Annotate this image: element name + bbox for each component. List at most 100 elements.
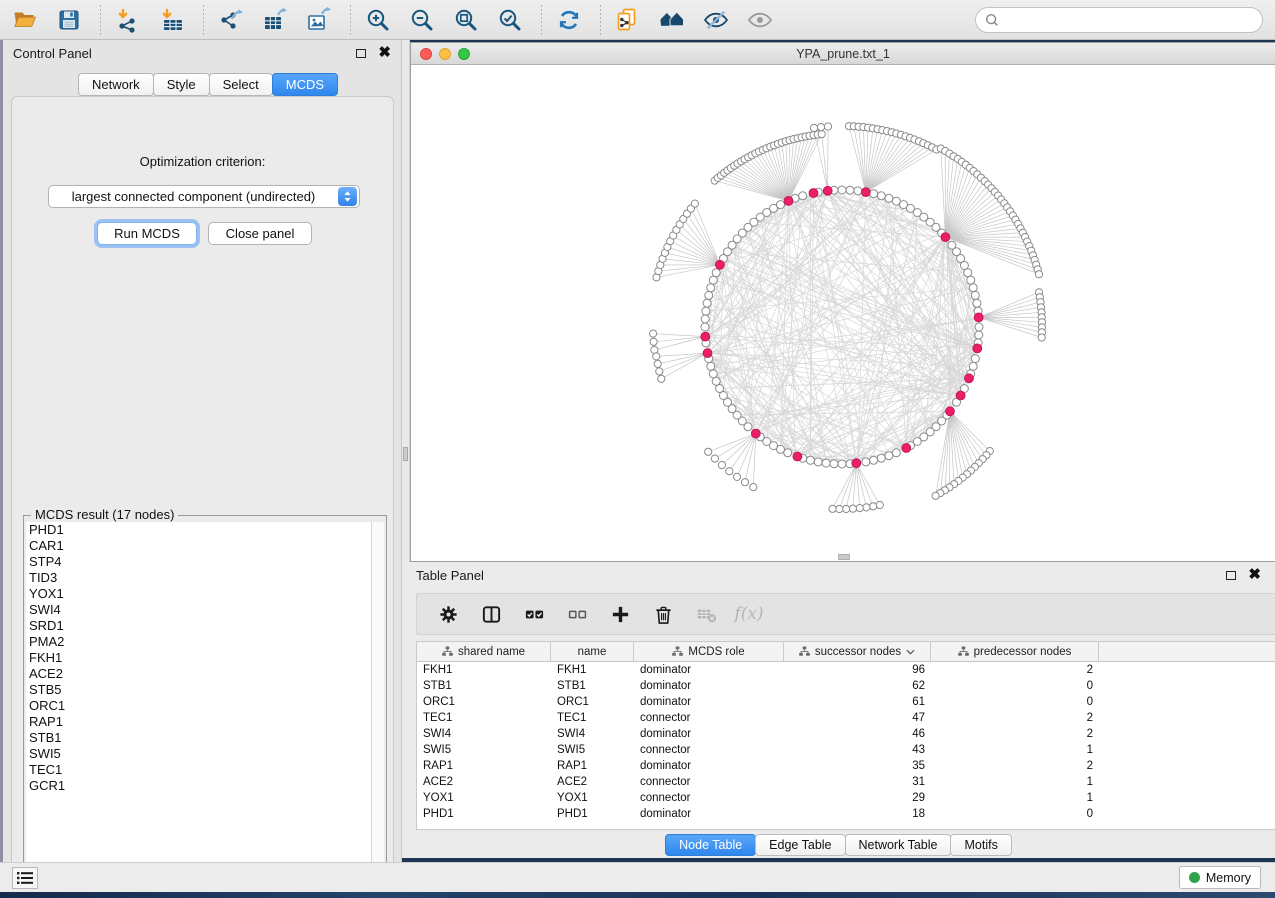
cell-predecessor-nodes[interactable]: 2	[931, 712, 1099, 724]
cell-name[interactable]: PHD1	[551, 808, 634, 820]
mcds-result-item[interactable]: GCR1	[26, 778, 371, 794]
mcds-result-item[interactable]: RAP1	[26, 714, 371, 730]
cell-name[interactable]: RAP1	[551, 760, 634, 772]
cell-mcds-role[interactable]: connector	[634, 712, 784, 724]
cell-mcds-role[interactable]: connector	[634, 744, 784, 756]
run-mcds-button[interactable]: Run MCDS	[97, 222, 197, 245]
cell-shared-name[interactable]: SWI4	[417, 728, 551, 740]
mcds-result-item[interactable]: STB5	[26, 682, 371, 698]
cell-mcds-role[interactable]: dominator	[634, 696, 784, 708]
column-header-shared-name[interactable]: shared name	[417, 642, 551, 661]
column-header-predecessor-nodes[interactable]: predecessor nodes	[931, 642, 1099, 661]
cell-successor-nodes[interactable]: 43	[784, 744, 931, 756]
cell-mcds-role[interactable]: connector	[634, 776, 784, 788]
tab-network[interactable]: Network	[78, 73, 154, 96]
cell-predecessor-nodes[interactable]: 0	[931, 696, 1099, 708]
cell-name[interactable]: SWI5	[551, 744, 634, 756]
cell-successor-nodes[interactable]: 96	[784, 664, 931, 676]
cell-successor-nodes[interactable]: 61	[784, 696, 931, 708]
mcds-result-item[interactable]: SWI4	[26, 602, 371, 618]
table-row[interactable]: TEC1TEC1connector472	[417, 710, 1275, 726]
share-document-icon[interactable]	[613, 5, 643, 35]
zoom-fit-icon[interactable]	[451, 5, 481, 35]
mcds-result-item[interactable]: ACE2	[26, 666, 371, 682]
cell-shared-name[interactable]: YOX1	[417, 792, 551, 804]
cell-successor-nodes[interactable]: 47	[784, 712, 931, 724]
column-header-successor-nodes[interactable]: successor nodes	[784, 642, 931, 661]
vertical-divider-thumb[interactable]	[403, 447, 408, 461]
cell-mcds-role[interactable]: dominator	[634, 808, 784, 820]
cell-shared-name[interactable]: ACE2	[417, 776, 551, 788]
cell-predecessor-nodes[interactable]: 1	[931, 744, 1099, 756]
search-box[interactable]	[975, 7, 1263, 33]
network-canvas[interactable]	[411, 65, 1274, 561]
mcds-result-item[interactable]: STB1	[26, 730, 371, 746]
close-table-panel-icon[interactable]: ✖	[1248, 570, 1261, 580]
table-row[interactable]: FKH1FKH1dominator962	[417, 662, 1275, 678]
mcds-result-item[interactable]: STP4	[26, 554, 371, 570]
home-icon[interactable]	[657, 5, 687, 35]
column-layout-icon[interactable]	[474, 599, 508, 629]
cell-predecessor-nodes[interactable]: 0	[931, 680, 1099, 692]
mcds-result-item[interactable]: TID3	[26, 570, 371, 586]
table-row[interactable]: STB1STB1dominator620	[417, 678, 1275, 694]
horizontal-divider-handle[interactable]	[838, 554, 850, 560]
table-row[interactable]: ORC1ORC1dominator610	[417, 694, 1275, 710]
cell-name[interactable]: SWI4	[551, 728, 634, 740]
cell-predecessor-nodes[interactable]: 2	[931, 728, 1099, 740]
tab-style[interactable]: Style	[153, 73, 210, 96]
cell-shared-name[interactable]: PHD1	[417, 808, 551, 820]
export-network-icon[interactable]	[216, 5, 246, 35]
tab-network-table[interactable]: Network Table	[845, 834, 952, 856]
cell-name[interactable]: TEC1	[551, 712, 634, 724]
deselect-all-icon[interactable]	[560, 599, 594, 629]
search-input[interactable]	[1004, 13, 1254, 28]
cell-shared-name[interactable]: ORC1	[417, 696, 551, 708]
mcds-result-item[interactable]: PMA2	[26, 634, 371, 650]
export-table-icon[interactable]	[260, 5, 290, 35]
mcds-result-item[interactable]: TEC1	[26, 762, 371, 778]
cell-successor-nodes[interactable]: 46	[784, 728, 931, 740]
cell-mcds-role[interactable]: dominator	[634, 728, 784, 740]
zoom-selected-icon[interactable]	[495, 5, 525, 35]
mcds-result-scrollbar[interactable]	[371, 522, 384, 876]
cell-shared-name[interactable]: RAP1	[417, 760, 551, 772]
table-row[interactable]: SWI5SWI5connector431	[417, 742, 1275, 758]
mcds-result-item[interactable]: FKH1	[26, 650, 371, 666]
table-row[interactable]: RAP1RAP1dominator352	[417, 758, 1275, 774]
network-window-titlebar[interactable]: YPA_prune.txt_1	[411, 43, 1275, 65]
column-header-name[interactable]: name	[551, 642, 634, 661]
tab-edge-table[interactable]: Edge Table	[755, 834, 845, 856]
mcds-result-item[interactable]: SRD1	[26, 618, 371, 634]
close-panel-icon[interactable]: ✖	[378, 48, 391, 58]
cell-predecessor-nodes[interactable]: 1	[931, 776, 1099, 788]
vertical-split-divider[interactable]	[402, 40, 410, 562]
float-table-panel-icon[interactable]	[1226, 571, 1236, 580]
save-session-icon[interactable]	[54, 5, 84, 35]
cell-successor-nodes[interactable]: 29	[784, 792, 931, 804]
cell-name[interactable]: STB1	[551, 680, 634, 692]
tab-mcds[interactable]: MCDS	[272, 73, 338, 96]
table-row[interactable]: SWI4SWI4dominator462	[417, 726, 1275, 742]
show-all-eye-icon[interactable]	[745, 5, 775, 35]
close-panel-button[interactable]: Close panel	[208, 222, 312, 245]
cell-name[interactable]: YOX1	[551, 792, 634, 804]
float-panel-icon[interactable]	[356, 49, 366, 58]
task-history-button[interactable]	[12, 867, 38, 889]
cell-predecessor-nodes[interactable]: 0	[931, 808, 1099, 820]
cell-name[interactable]: ORC1	[551, 696, 634, 708]
cell-predecessor-nodes[interactable]: 1	[931, 792, 1099, 804]
cell-mcds-role[interactable]: dominator	[634, 760, 784, 772]
attribute-settings-icon[interactable]	[431, 599, 465, 629]
column-header-MCDS-role[interactable]: MCDS role	[634, 642, 784, 661]
mcds-result-item[interactable]: PHD1	[26, 522, 371, 538]
open-file-icon[interactable]	[10, 5, 40, 35]
criterion-select[interactable]: largest connected component (undirected)	[48, 185, 360, 208]
cell-mcds-role[interactable]: connector	[634, 792, 784, 804]
refresh-layout-icon[interactable]	[554, 5, 584, 35]
memory-button[interactable]: Memory	[1179, 866, 1261, 889]
hide-selected-eye-icon[interactable]	[701, 5, 731, 35]
cell-predecessor-nodes[interactable]: 2	[931, 760, 1099, 772]
cell-successor-nodes[interactable]: 31	[784, 776, 931, 788]
export-image-icon[interactable]	[304, 5, 334, 35]
